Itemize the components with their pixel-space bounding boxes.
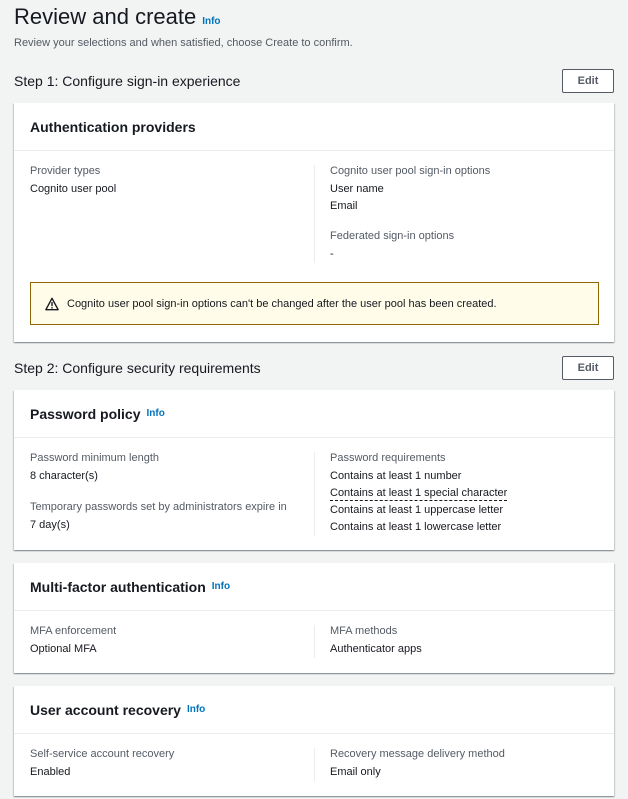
mfa-card: Multi-factor authentication Info MFA enf… bbox=[14, 563, 614, 673]
page-info-link[interactable]: Info bbox=[202, 16, 220, 27]
signin-options-label: Cognito user pool sign-in options bbox=[330, 165, 491, 177]
page-description: Review your selections and when satisfie… bbox=[14, 37, 353, 49]
card-header: User account recovery Info bbox=[14, 686, 614, 734]
password-requirement-item: Contains at least 1 special character bbox=[330, 485, 600, 502]
mfa-info-link[interactable]: Info bbox=[212, 581, 230, 592]
mfa-methods-value: Authenticator apps bbox=[330, 643, 422, 655]
mfa-enforcement-value: Optional MFA bbox=[30, 643, 97, 655]
card-title: Authentication providers bbox=[30, 118, 196, 135]
step1-edit-button[interactable]: Edit bbox=[562, 69, 614, 93]
password-policy-card: Password policy Info Password minimum le… bbox=[14, 390, 614, 550]
temp-password-expire-value: 7 day(s) bbox=[30, 519, 70, 531]
provider-types-field: Provider types Cognito user pool bbox=[30, 164, 312, 198]
signin-option-value: Email bbox=[330, 200, 358, 212]
step2-title: Step 2: Configure security requirements bbox=[14, 360, 261, 376]
recovery-delivery-label: Recovery message delivery method bbox=[330, 748, 505, 760]
card-title: User account recovery bbox=[30, 701, 181, 718]
card-header: Multi-factor authentication Info bbox=[14, 563, 614, 611]
password-requirements-field: Password requirements Contains at least … bbox=[330, 451, 600, 536]
step2-edit-button[interactable]: Edit bbox=[562, 356, 614, 380]
page-title: Review and create bbox=[14, 4, 197, 29]
card-header: Authentication providers bbox=[14, 103, 614, 151]
password-policy-info-link[interactable]: Info bbox=[146, 408, 164, 419]
password-min-length-field: Password minimum length 8 character(s) T… bbox=[30, 451, 312, 534]
authentication-providers-card: Authentication providers Provider types … bbox=[14, 103, 614, 342]
column-divider bbox=[314, 452, 315, 536]
warning-icon bbox=[45, 297, 59, 310]
card-header: Password policy Info bbox=[14, 390, 614, 438]
mfa-methods-field: MFA methods Authenticator apps bbox=[330, 624, 600, 658]
federated-options-label: Federated sign-in options bbox=[330, 230, 455, 242]
warning-alert: Cognito user pool sign-in options can't … bbox=[30, 282, 599, 325]
step1-title: Step 1: Configure sign-in experience bbox=[14, 73, 241, 89]
self-service-recovery-field: Self-service account recovery Enabled bbox=[30, 747, 312, 781]
card-title: Multi-factor authentication bbox=[30, 578, 206, 595]
password-requirement-item: Contains at least 1 number bbox=[330, 470, 462, 482]
self-service-recovery-value: Enabled bbox=[30, 766, 71, 778]
recovery-info-link[interactable]: Info bbox=[187, 704, 205, 715]
step1-header: Step 1: Configure sign-in experience Edi… bbox=[14, 69, 614, 93]
special-character-tooltip-trigger[interactable]: Contains at least 1 special character bbox=[330, 486, 508, 501]
temp-password-expire-label: Temporary passwords set by administrator… bbox=[30, 501, 287, 513]
recovery-delivery-field: Recovery message delivery method Email o… bbox=[330, 747, 600, 781]
mfa-methods-label: MFA methods bbox=[330, 625, 398, 637]
provider-types-label: Provider types bbox=[30, 165, 101, 177]
mfa-enforcement-field: MFA enforcement Optional MFA bbox=[30, 624, 312, 658]
step2-header: Step 2: Configure security requirements … bbox=[14, 356, 614, 380]
signin-options-field: Cognito user pool sign-in options User n… bbox=[330, 164, 600, 263]
signin-option-value: User name bbox=[330, 183, 384, 195]
password-min-length-label: Password minimum length bbox=[30, 452, 159, 464]
password-min-length-value: 8 character(s) bbox=[30, 470, 98, 482]
password-requirements-label: Password requirements bbox=[330, 452, 446, 464]
mfa-enforcement-label: MFA enforcement bbox=[30, 625, 117, 637]
warning-alert-text: Cognito user pool sign-in options can't … bbox=[67, 297, 497, 310]
review-and-create-page: Review and create Info Review your selec… bbox=[0, 0, 628, 799]
column-divider bbox=[314, 748, 315, 781]
user-account-recovery-card: User account recovery Info Self-service … bbox=[14, 686, 614, 796]
column-divider bbox=[314, 625, 315, 658]
self-service-recovery-label: Self-service account recovery bbox=[30, 748, 175, 760]
password-requirement-item: Contains at least 1 uppercase letter bbox=[330, 504, 504, 516]
federated-options-value: - bbox=[330, 248, 334, 260]
recovery-delivery-value: Email only bbox=[330, 766, 381, 778]
card-title: Password policy bbox=[30, 405, 141, 422]
column-divider bbox=[314, 165, 315, 263]
provider-types-value: Cognito user pool bbox=[30, 183, 117, 195]
page-header: Review and create Info bbox=[14, 4, 221, 30]
password-requirement-item: Contains at least 1 lowercase letter bbox=[330, 521, 502, 533]
